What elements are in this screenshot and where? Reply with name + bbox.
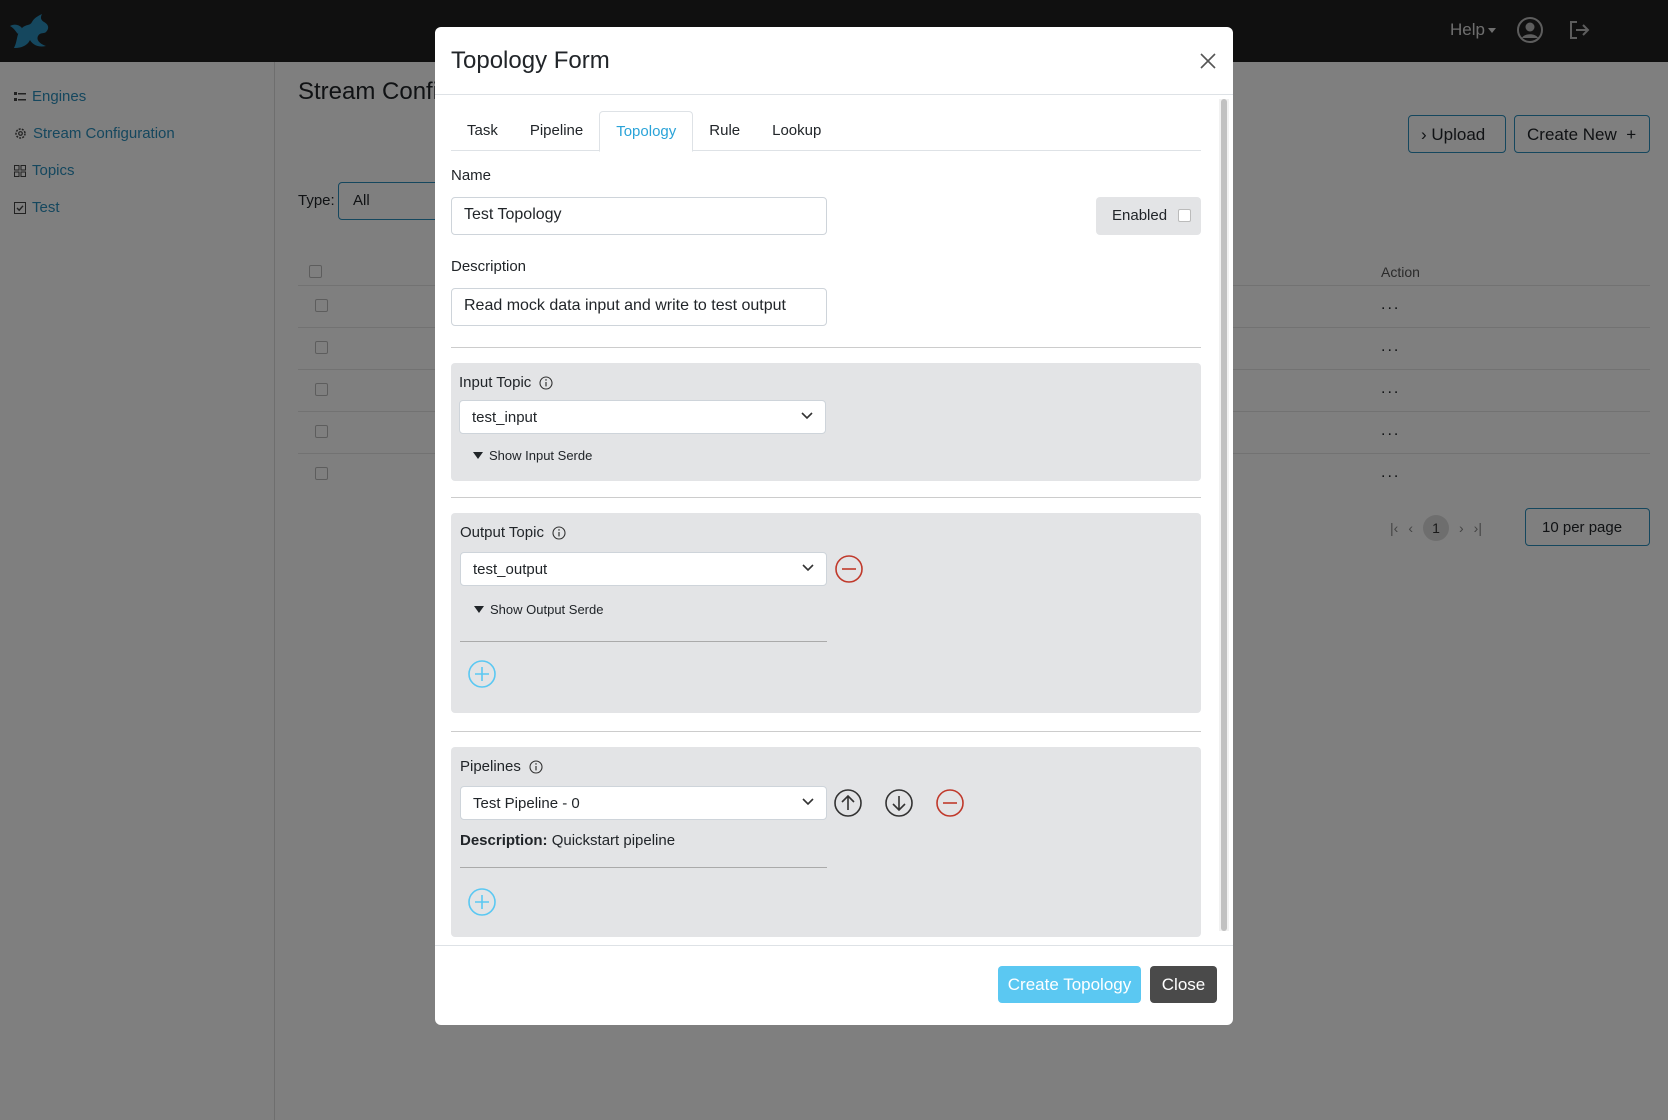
remove-output-topic-icon[interactable] — [834, 554, 864, 584]
close-button[interactable]: Close — [1150, 966, 1217, 1003]
close-icon[interactable] — [1199, 52, 1217, 70]
remove-pipeline-icon[interactable] — [935, 788, 965, 818]
tab-topology[interactable]: Topology — [599, 111, 694, 152]
enabled-toggle[interactable]: Enabled — [1096, 197, 1201, 235]
pipelines-label: Pipelines — [460, 758, 543, 775]
chevron-down-icon — [802, 798, 814, 806]
output-topic-select[interactable]: test_output — [460, 552, 827, 586]
divider — [451, 497, 1201, 498]
pipelines-panel: Pipelines Test Pipeline - 0 Description:… — [451, 747, 1201, 937]
form-tabs: Task Pipeline Topology Rule Lookup — [451, 111, 1201, 152]
info-icon[interactable] — [539, 376, 554, 390]
modal-header: Topology Form — [435, 27, 1233, 95]
modal-footer: Create Topology Close — [435, 945, 1233, 1025]
enabled-label: Enabled — [1112, 207, 1168, 224]
modal-title: Topology Form — [451, 47, 610, 74]
move-down-icon[interactable] — [884, 788, 914, 818]
scrollbar-thumb[interactable] — [1221, 99, 1227, 931]
pipeline-description: Description: Quickstart pipeline — [460, 832, 676, 849]
tab-task[interactable]: Task — [451, 111, 514, 151]
add-pipeline-icon[interactable] — [467, 887, 497, 917]
modal-scrollbar[interactable] — [1219, 99, 1229, 931]
info-icon[interactable] — [552, 526, 566, 540]
create-topology-button[interactable]: Create Topology — [998, 966, 1141, 1003]
name-label: Name — [451, 167, 492, 184]
output-topic-label: Output Topic — [460, 524, 566, 541]
tab-lookup[interactable]: Lookup — [756, 111, 837, 151]
enabled-checkbox[interactable] — [1178, 209, 1191, 222]
pipeline-select[interactable]: Test Pipeline - 0 — [460, 786, 827, 820]
description-label: Description — [451, 258, 527, 275]
info-icon[interactable] — [529, 760, 543, 774]
show-input-serde-toggle[interactable]: Show Input Serde — [473, 448, 592, 463]
topology-form-modal: Topology Form Task Pipeline Topology Rul… — [435, 27, 1233, 1025]
output-topic-panel: Output Topic test_output Show Output Ser… — [451, 513, 1201, 713]
triangle-down-icon — [474, 606, 484, 613]
divider — [451, 347, 1201, 348]
separator — [460, 641, 827, 642]
input-topic-select[interactable]: test_input — [459, 400, 826, 434]
input-topic-label: Input Topic — [459, 374, 554, 391]
separator — [460, 867, 827, 868]
divider — [451, 731, 1201, 732]
description-field[interactable]: Read mock data input and write to test o… — [451, 288, 827, 326]
modal-body: Task Pipeline Topology Rule Lookup Name … — [435, 95, 1233, 945]
chevron-down-icon — [802, 564, 814, 572]
add-output-topic-icon[interactable] — [467, 659, 497, 689]
move-up-icon[interactable] — [833, 788, 863, 818]
tab-pipeline[interactable]: Pipeline — [514, 111, 599, 151]
show-output-serde-toggle[interactable]: Show Output Serde — [474, 602, 603, 617]
tab-rule[interactable]: Rule — [693, 111, 756, 151]
name-field[interactable]: Test Topology — [451, 197, 827, 235]
triangle-down-icon — [473, 452, 483, 459]
input-topic-panel: Input Topic test_input Show Input Serde — [451, 363, 1201, 481]
chevron-down-icon — [801, 412, 813, 420]
